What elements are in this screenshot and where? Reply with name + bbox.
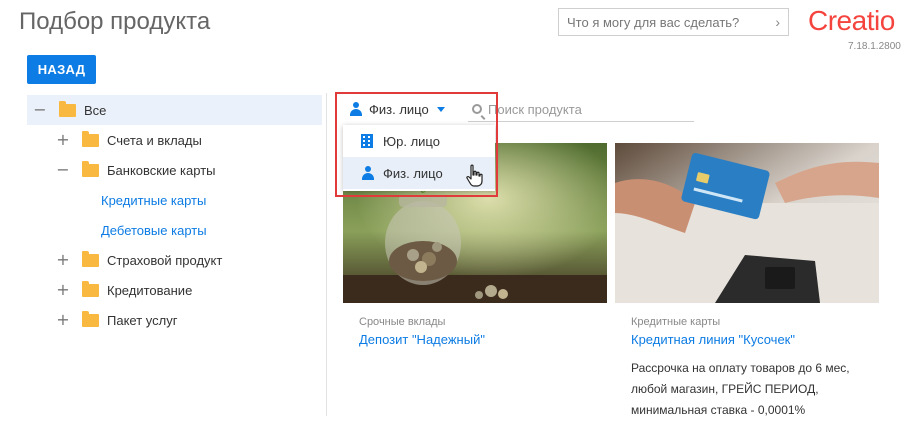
folder-icon xyxy=(82,250,99,267)
building-icon xyxy=(361,134,373,148)
assistant-search[interactable]: Что я могу для вас сделать? › xyxy=(558,8,789,36)
folder-icon xyxy=(59,100,76,117)
customer-type-label: Физ. лицо xyxy=(369,101,429,117)
menu-item-label: Физ. лицо xyxy=(383,165,443,181)
tree-item-service-package[interactable]: + Пакет услуг xyxy=(27,305,322,335)
collapse-icon[interactable]: − xyxy=(56,162,70,178)
page-title: Подбор продукта xyxy=(19,8,211,35)
tree-item-insurance[interactable]: + Страховой продукт xyxy=(27,245,322,275)
product-search[interactable] xyxy=(468,97,694,122)
product-description: Рассрочка на оплату товаров до 6 мес, лю… xyxy=(631,361,850,417)
menu-item-legal-entity[interactable]: Юр. лицо xyxy=(343,125,495,157)
product-category-tree: − Все + Счета и вклады − Банковские карт… xyxy=(27,95,322,335)
folder-icon xyxy=(82,280,99,297)
folder-icon xyxy=(82,310,99,327)
product-name-link[interactable]: Кредитная линия "Кусочек" xyxy=(631,332,879,347)
tree-item-label: Счета и вклады xyxy=(107,132,202,148)
panel-divider xyxy=(326,93,327,416)
tree-item-label: Банковские карты xyxy=(107,162,216,178)
product-category: Срочные вклады xyxy=(359,316,446,328)
tree-item-label: Пакет услуг xyxy=(107,312,178,328)
caret-down-icon xyxy=(436,106,445,112)
person-icon xyxy=(349,102,363,116)
expand-icon[interactable]: + xyxy=(56,132,70,148)
product-search-input[interactable] xyxy=(488,101,678,117)
menu-item-label: Юр. лицо xyxy=(383,133,440,149)
tree-item-credit-cards[interactable]: Кредитные карты xyxy=(27,185,322,215)
tree-item-debit-cards[interactable]: Дебетовые карты xyxy=(27,215,322,245)
expand-icon[interactable]: + xyxy=(56,312,70,328)
tree-item-accounts[interactable]: + Счета и вклады xyxy=(27,125,322,155)
expand-icon[interactable]: + xyxy=(56,252,70,268)
folder-icon xyxy=(82,130,99,147)
tree-item-label: Кредитование xyxy=(107,282,193,298)
person-icon xyxy=(361,166,375,180)
collapse-icon[interactable]: − xyxy=(33,102,47,118)
search-icon xyxy=(472,104,482,114)
tree-item-label: Страховой продукт xyxy=(107,252,223,268)
tree-item-lending[interactable]: + Кредитование xyxy=(27,275,322,305)
tree-item-label: Все xyxy=(84,102,107,118)
tree-item-label[interactable]: Кредитные карты xyxy=(101,193,206,208)
product-category: Кредитные карты xyxy=(631,316,721,328)
tree-item-bank-cards[interactable]: − Банковские карты xyxy=(27,155,322,185)
tree-item-all[interactable]: − Все xyxy=(27,95,322,125)
tree-item-label[interactable]: Дебетовые карты xyxy=(101,223,207,238)
assistant-placeholder: Что я могу для вас сделать? xyxy=(567,14,740,30)
product-card[interactable]: Кредитные карты Кредитная линия "Кусочек… xyxy=(615,143,879,421)
product-image-credit-card xyxy=(615,143,879,303)
product-name-link[interactable]: Депозит "Надежный" xyxy=(359,332,607,347)
expand-icon[interactable]: + xyxy=(56,282,70,298)
folder-icon xyxy=(82,160,99,177)
creatio-logo: Creatio xyxy=(808,5,895,36)
customer-type-dropdown[interactable]: Физ. лицо xyxy=(343,97,451,121)
version-label: 7.18.1.2800 xyxy=(848,41,901,52)
back-button[interactable]: НАЗАД xyxy=(27,55,96,84)
chevron-right-icon: › xyxy=(775,14,780,30)
hand-pointer-icon xyxy=(465,164,485,193)
